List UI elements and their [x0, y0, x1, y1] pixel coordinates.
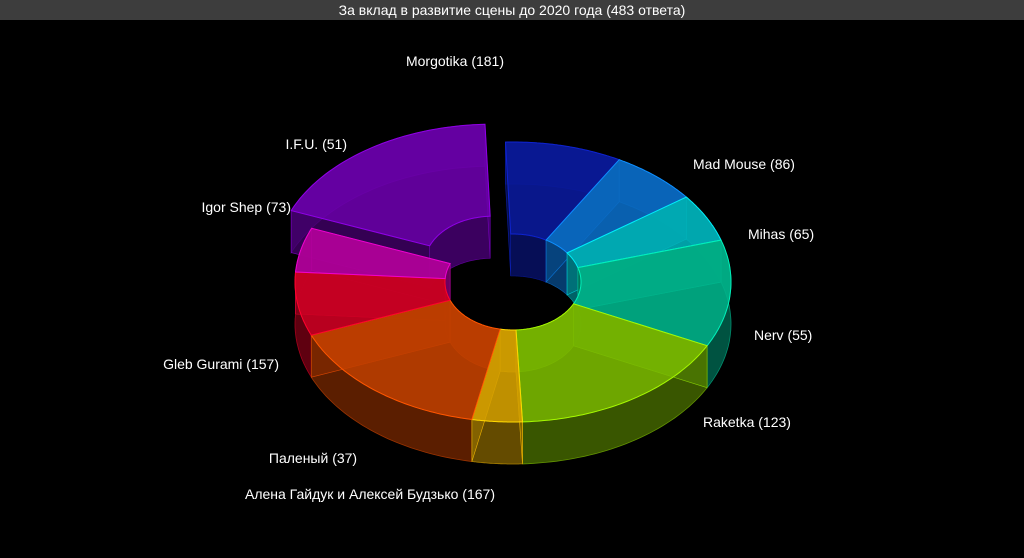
data-label: Mad Mouse (86): [693, 156, 795, 172]
data-label: I.F.U. (51): [286, 136, 347, 152]
data-label: Gleb Gurami (157): [163, 356, 279, 372]
data-label: Nerv (55): [754, 327, 812, 343]
data-label: Mihas (65): [748, 226, 814, 242]
data-label: Алена Гайдук и Алексей Будзько (167): [245, 486, 495, 502]
data-label: Raketka (123): [703, 414, 791, 430]
slice-inner-wall: [510, 233, 547, 283]
donut-chart: Morgotika (181) Mad Mouse (86) Mihas (65) N…: [163, 53, 814, 502]
chart-title: За вклад в развитие сцены до 2020 года (…: [0, 0, 1024, 20]
data-label: Igor Shep (73): [202, 199, 292, 215]
data-label: Morgotika (181): [406, 53, 504, 69]
data-label: Паленый (37): [269, 450, 357, 466]
